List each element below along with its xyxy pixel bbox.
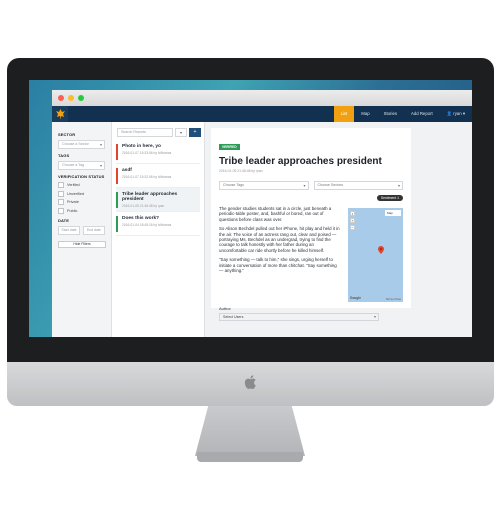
report-item[interactable]: Does this work? 2016-01-04 18:45:16 by l…	[116, 212, 200, 236]
apple-logo-icon	[244, 375, 256, 389]
author-label: Author	[219, 306, 231, 311]
private-checkbox[interactable]	[58, 199, 64, 205]
app-body: SECTOR Choose a Sector TAGS Choose a Tag…	[52, 122, 472, 337]
hide-filters-button[interactable]: Hide Filters	[58, 240, 106, 248]
report-item-selected[interactable]: Tribe leader approaches president 2016-0…	[116, 188, 200, 212]
unverified-checkbox[interactable]	[58, 190, 64, 197]
window-titlebar	[52, 90, 472, 106]
report-meta: 2016-01-07 15:32:06 by lvilbowaz	[122, 175, 172, 179]
reports-list-pane: Search Reports ▾ + Photo in here, yo 201…	[112, 122, 205, 337]
report-status-bar	[116, 144, 118, 160]
report-title: Tribe leader approaches president	[122, 192, 178, 202]
monitor-stand	[195, 406, 305, 456]
start-date-input[interactable]: Start date	[58, 225, 80, 235]
report-meta: 2016-01-05 21:48:48 by ryan	[122, 204, 165, 208]
map-type-select[interactable]: Map	[385, 210, 401, 216]
report-body: The gender studies students sat in a cir…	[219, 206, 340, 302]
report-detail-card: Verified Tribe leader approaches preside…	[211, 128, 411, 321]
report-meta: 2016-01-07 15:33:06 by lvilbowaz	[122, 151, 172, 155]
nav-add-report[interactable]: Add Report	[404, 106, 440, 122]
close-window-button[interactable]	[58, 95, 64, 101]
page-title: Tribe leader approaches president	[219, 156, 382, 167]
sector-select[interactable]: Choose a Sector	[58, 140, 105, 149]
report-status-bar	[116, 168, 118, 184]
status-badge: Verified	[219, 144, 240, 150]
tree-logo-icon[interactable]	[52, 106, 68, 122]
minimize-window-button[interactable]	[68, 95, 74, 101]
filters-sidebar: SECTOR Choose a Sector TAGS Choose a Tag…	[52, 122, 112, 337]
nav-user-menu[interactable]: 👤 ryan ▾	[440, 106, 472, 122]
unverified-label: Unverified	[67, 191, 85, 196]
map-terms-link[interactable]: Terms of Use	[386, 298, 401, 301]
body-paragraph: "Say something — talk to him," she sings…	[219, 257, 337, 274]
pegman-icon[interactable]: •	[350, 211, 355, 216]
sentiment-badge[interactable]: Sentiment 1	[376, 195, 403, 201]
desktop-screen: List Map Stories Add Report 👤 ryan ▾ SEC…	[29, 80, 472, 337]
choose-sectors-select[interactable]: Choose Sectors	[313, 181, 403, 190]
tags-label: TAGS	[58, 153, 70, 158]
report-status-bar	[116, 216, 118, 232]
user-name: ryan	[453, 111, 462, 116]
nav-stories[interactable]: Stories	[377, 106, 404, 122]
report-item[interactable]: Photo in here, yo 2016-01-07 15:33:06 by…	[116, 140, 200, 164]
public-checkbox[interactable]	[58, 207, 64, 214]
top-navbar: List Map Stories Add Report 👤 ryan ▾	[52, 106, 472, 122]
chevron-down-icon: ▾	[461, 111, 465, 116]
map-zoom-controls: • + −	[350, 211, 355, 230]
choose-tags-select[interactable]: Choose Tags	[219, 181, 309, 190]
add-report-button[interactable]: +	[189, 128, 201, 137]
zoom-in-button[interactable]: +	[350, 218, 355, 223]
zoom-window-button[interactable]	[78, 95, 84, 101]
public-checkbox-row[interactable]: Public	[58, 207, 105, 214]
verified-label: Verified	[67, 183, 80, 187]
private-checkbox-row[interactable]: Private	[58, 199, 105, 205]
report-status-bar	[116, 192, 118, 208]
search-reports-input[interactable]: Search Reports	[117, 128, 173, 137]
report-detail-pane: Verified Tribe leader approaches preside…	[205, 122, 472, 337]
report-meta: 2016-01-04 18:45:16 by lvilbowaz	[122, 223, 172, 227]
sort-dropdown[interactable]: ▾	[175, 128, 187, 137]
browser-window: List Map Stories Add Report 👤 ryan ▾ SEC…	[52, 90, 472, 337]
report-title: Does this work?	[122, 216, 160, 221]
tags-select[interactable]: Choose a Tag	[58, 161, 105, 170]
map-pin-icon[interactable]	[378, 246, 384, 254]
private-label: Private	[67, 200, 79, 204]
google-logo: Google	[350, 296, 361, 300]
report-meta: 2016-01-05 21:48:48 by ryan	[219, 169, 263, 173]
zoom-out-button[interactable]: −	[350, 225, 355, 230]
location-map[interactable]: • + − Map Google Terms of Use	[348, 208, 403, 302]
chevron-down-icon: ▾	[179, 130, 182, 135]
public-label: Public	[67, 208, 78, 213]
nav-map[interactable]: Map	[354, 106, 376, 122]
body-paragraph: So Alison Bechdel pulled out her iPhone,…	[219, 226, 340, 253]
author-select[interactable]: Select Users	[219, 313, 379, 321]
date-label: DATE	[58, 217, 69, 223]
nav-list[interactable]: List	[333, 106, 355, 122]
report-title: asdf	[122, 168, 132, 173]
monitor-foot	[197, 452, 303, 462]
end-date-input[interactable]: End date	[83, 225, 105, 235]
report-title: Photo in here, yo	[122, 144, 161, 149]
sector-label: SECTOR	[58, 132, 76, 137]
verified-checkbox[interactable]	[58, 182, 64, 188]
imac-mockup: List Map Stories Add Report 👤 ryan ▾ SEC…	[0, 0, 500, 520]
unverified-checkbox-row[interactable]: Unverified	[58, 190, 105, 197]
verification-label: VERIFICATION STATUS	[58, 174, 105, 179]
verified-checkbox-row[interactable]: Verified	[58, 182, 105, 188]
body-paragraph: The gender studies students sat in a cir…	[219, 206, 332, 222]
report-item[interactable]: asdf 2016-01-07 15:32:06 by lvilbowaz	[116, 164, 200, 188]
